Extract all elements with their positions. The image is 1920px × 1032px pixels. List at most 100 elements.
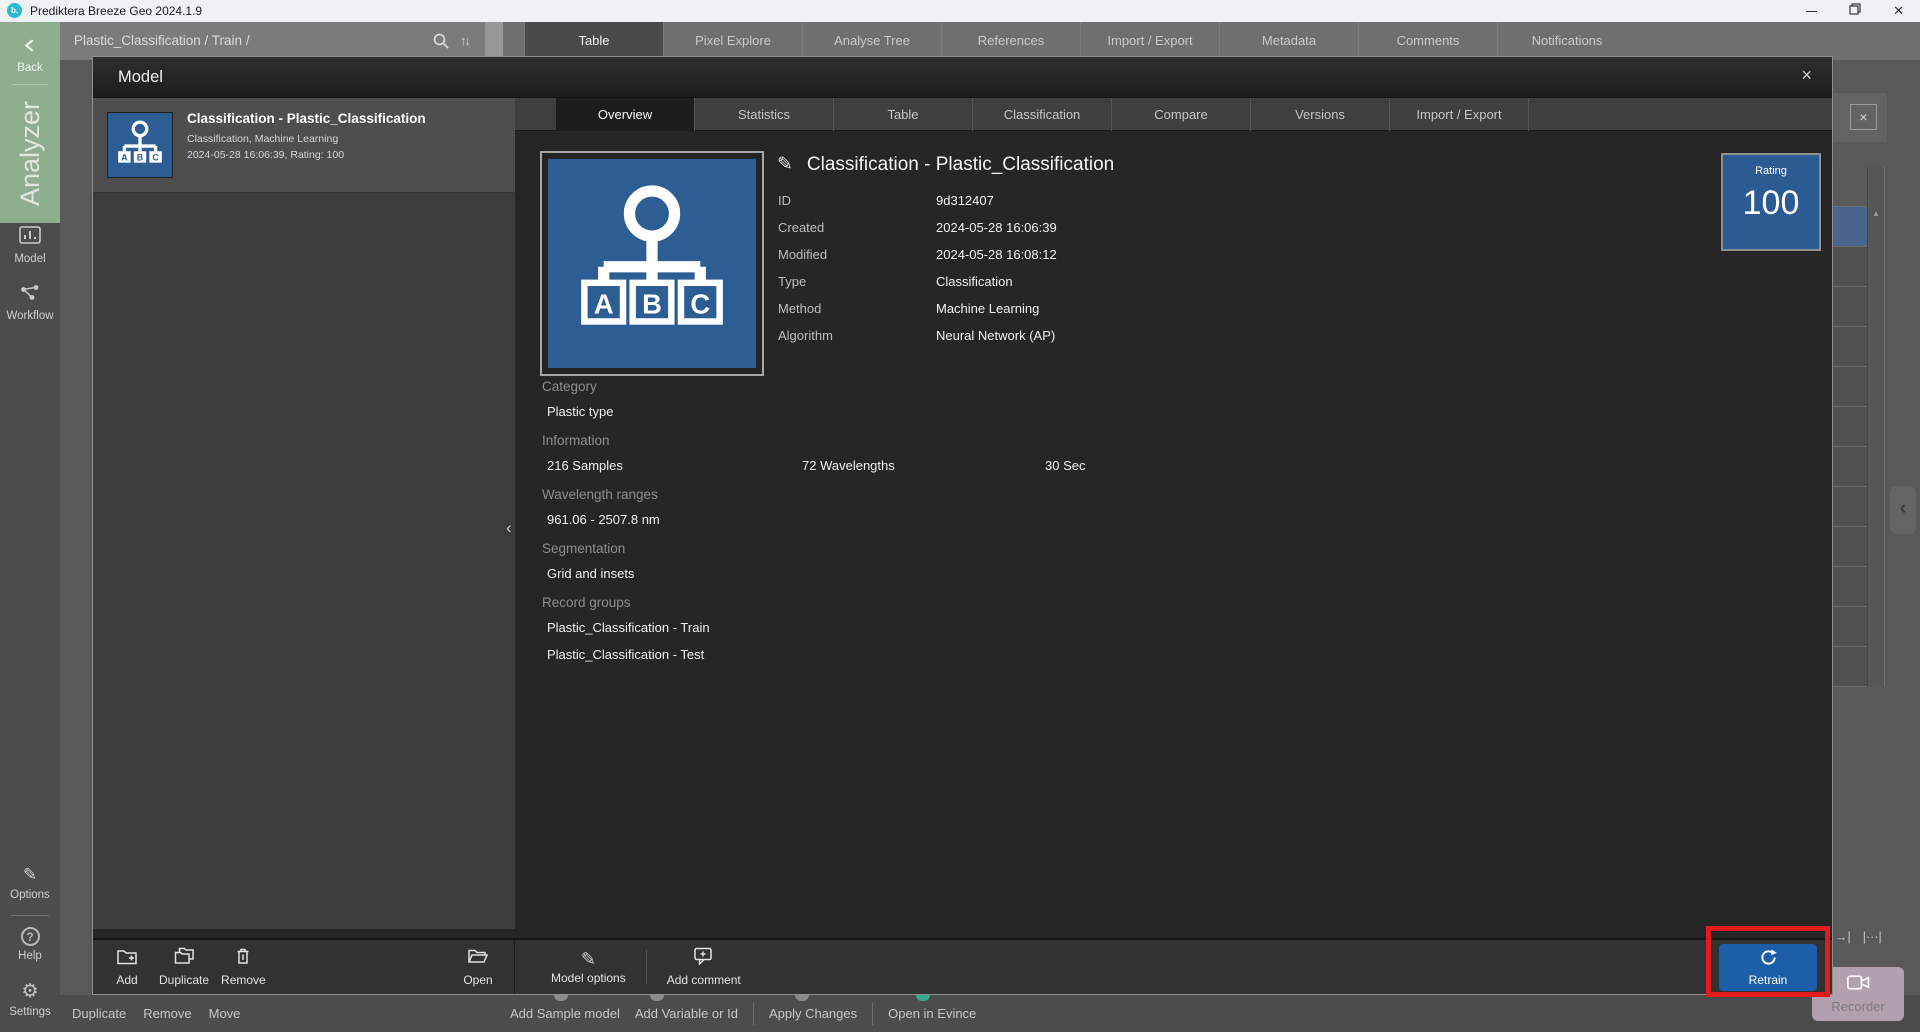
open-button[interactable]: Open: [458, 947, 498, 987]
table-cell[interactable]: [1833, 287, 1867, 327]
overview-panel: A B C ✎ Classification - Plastic_Classif…: [515, 131, 1832, 938]
svg-text:A: A: [594, 288, 614, 319]
sidebar-mode-block: Back Analyzer: [0, 22, 60, 223]
dock-icons: →| |···|: [1835, 930, 1882, 944]
tab-analyse-tree[interactable]: Analyse Tree: [802, 22, 941, 60]
model-list-item-selected[interactable]: A B C Classification - Plastic_Classific…: [93, 98, 515, 193]
add-variable-action[interactable]: Add Variable or Id: [635, 1006, 738, 1021]
search-icon[interactable]: [432, 32, 450, 55]
table-cell[interactable]: [1833, 367, 1867, 407]
sort-icon[interactable]: ↑↓: [460, 22, 469, 60]
duplicate-button[interactable]: Duplicate: [159, 947, 209, 987]
section-category: Category Plastic type: [542, 379, 1642, 420]
help-icon: ?: [21, 927, 40, 946]
table-cell[interactable]: [1833, 647, 1867, 687]
time-value: 30 Sec: [1045, 458, 1085, 474]
divider: [11, 915, 49, 916]
app-title: Prediktera Breeze Geo 2024.1.9: [30, 0, 202, 22]
breadcrumb-area: Plastic_Classification / Train / ↑↓: [60, 22, 485, 60]
table-cell[interactable]: [1833, 407, 1867, 447]
sidebar-item-options[interactable]: ✎ Options: [0, 865, 60, 901]
move-action[interactable]: Move: [209, 995, 241, 1032]
model-item-subtitle: Classification, Machine Learning: [187, 133, 338, 145]
tab-overview[interactable]: Overview: [556, 98, 695, 131]
svg-text:B: B: [642, 288, 662, 319]
panel-collapse-handle[interactable]: ‹: [1890, 486, 1916, 534]
detail-row: Modified2024-05-28 16:08:12: [778, 247, 1057, 274]
add-comment-button[interactable]: Add comment: [667, 947, 741, 987]
model-list: A B C Classification - Plastic_Classific…: [93, 98, 515, 929]
sidebar-item-workflow[interactable]: Workflow: [0, 284, 60, 322]
dialog-toolbar: Add Duplicate Remove: [93, 938, 1832, 994]
sidebar-item-model[interactable]: Model: [0, 226, 60, 265]
main-tabs: Table Pixel Explore Analyse Tree Referen…: [524, 22, 1636, 60]
mode-label: Analyzer: [0, 90, 60, 218]
divider: [872, 1003, 873, 1025]
remove-action[interactable]: Remove: [143, 995, 191, 1032]
annotation-highlight-box: [1706, 926, 1830, 997]
nav-splitter[interactable]: [485, 22, 503, 60]
trash-icon: [234, 947, 252, 970]
divider: [753, 1003, 754, 1025]
duplicate-action[interactable]: Duplicate: [72, 995, 126, 1032]
model-options-button[interactable]: ✎ Model options: [551, 950, 626, 985]
apply-changes-action[interactable]: Apply Changes: [769, 1006, 857, 1021]
back-button[interactable]: Back: [0, 62, 60, 74]
tab-notifications[interactable]: Notifications: [1497, 22, 1636, 60]
tab-statistics[interactable]: Statistics: [695, 98, 834, 131]
table-cell[interactable]: [1833, 567, 1867, 607]
add-button[interactable]: Add: [107, 947, 147, 987]
restore-icon[interactable]: [1849, 2, 1861, 20]
tab-table[interactable]: Table: [524, 22, 663, 60]
titlebar: b. Prediktera Breeze Geo 2024.1.9 ✕: [0, 0, 1920, 22]
fit-width-icon[interactable]: |···|: [1863, 930, 1882, 944]
tab-classification[interactable]: Classification: [973, 98, 1112, 131]
comment-plus-icon: [694, 947, 713, 970]
tab-comments[interactable]: Comments: [1358, 22, 1497, 60]
open-in-evince-action[interactable]: Open in Evince: [888, 1006, 976, 1021]
table-cell[interactable]: [1833, 527, 1867, 567]
scroll-up-icon[interactable]: ▲: [1868, 209, 1884, 218]
tab-import-export[interactable]: Import / Export: [1390, 98, 1529, 131]
model-item-meta: 2024-05-28 16:06:39, Rating: 100: [187, 149, 344, 161]
statusbar: Duplicate Remove Move Add Sample model A…: [60, 995, 1920, 1032]
tab-pixel-explore[interactable]: Pixel Explore: [663, 22, 802, 60]
sidebar-item-settings[interactable]: ⚙ Settings: [0, 982, 60, 1018]
camera-icon: [1847, 975, 1870, 995]
tab-compare[interactable]: Compare: [1112, 98, 1251, 131]
divider: [12, 84, 48, 85]
svg-text:A: A: [121, 153, 128, 163]
breadcrumb[interactable]: Plastic_Classification / Train /: [74, 22, 250, 60]
tab-references[interactable]: References: [941, 22, 1080, 60]
close-dialog-icon[interactable]: ×: [1801, 65, 1812, 86]
close-window-icon[interactable]: ✕: [1893, 0, 1904, 22]
close-panel-icon[interactable]: ×: [1850, 104, 1877, 130]
table-selected-cell[interactable]: [1833, 207, 1867, 247]
list-collapse-handle[interactable]: ‹: [506, 518, 512, 538]
section-information: Information 216 Samples 72 Wavelengths 3…: [542, 433, 1642, 474]
scrollbar[interactable]: ▲: [1867, 167, 1885, 687]
add-sample-model-action[interactable]: Add Sample model: [510, 1006, 620, 1021]
arrow-to-bar-icon[interactable]: →|: [1835, 930, 1851, 944]
minimize-icon[interactable]: [1806, 11, 1817, 12]
detail-row: Created2024-05-28 16:06:39: [778, 220, 1057, 247]
tab-metadata[interactable]: Metadata: [1219, 22, 1358, 60]
table-cell[interactable]: [1833, 607, 1867, 647]
table-cell[interactable]: [1833, 487, 1867, 527]
table-cell[interactable]: [1833, 327, 1867, 367]
tab-import-export[interactable]: Import / Export: [1080, 22, 1219, 60]
tab-versions[interactable]: Versions: [1251, 98, 1390, 131]
back-chevron-icon[interactable]: [23, 38, 36, 58]
section-wavelength-ranges: Wavelength ranges 961.06 - 2507.8 nm: [542, 487, 1642, 528]
record-group-item: Plastic_Classification - Test: [547, 647, 1642, 663]
samples-value: 216 Samples: [547, 458, 802, 474]
edit-title-icon[interactable]: ✎: [777, 153, 793, 176]
pencil-icon: ✎: [23, 865, 37, 885]
table-cell[interactable]: [1833, 447, 1867, 487]
divider: [646, 950, 647, 984]
remove-button[interactable]: Remove: [221, 947, 266, 987]
tab-table[interactable]: Table: [834, 98, 973, 131]
detail-row: ID9d312407: [778, 193, 1057, 220]
sidebar-item-help[interactable]: ? Help: [0, 927, 60, 962]
table-cell[interactable]: [1833, 247, 1867, 287]
